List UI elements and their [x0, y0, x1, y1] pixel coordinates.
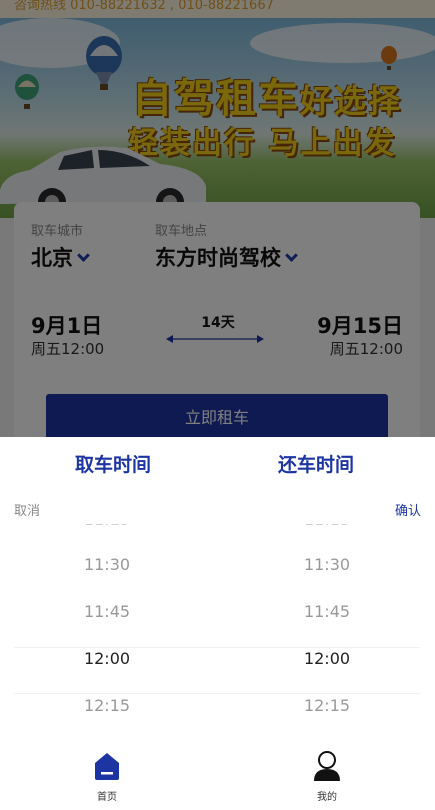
time-option-selected[interactable]: 12:00 [257, 647, 397, 671]
nav-item-mine[interactable]: 我的 [297, 750, 357, 803]
time-option[interactable]: 11:15 [37, 524, 177, 532]
time-option[interactable]: 11:30 [37, 553, 177, 577]
tab-pickup-time[interactable]: 取车时间 [75, 450, 151, 477]
nav-label-mine: 我的 [317, 792, 337, 803]
cancel-button[interactable]: 取消 [14, 500, 40, 519]
time-option[interactable]: 11:45 [257, 600, 397, 624]
confirm-button[interactable]: 确认 [395, 500, 421, 519]
time-option[interactable]: 12:15 [257, 694, 397, 718]
nav-label-home: 首页 [97, 792, 117, 803]
time-option[interactable]: 11:30 [257, 553, 397, 577]
time-option-selected[interactable]: 12:00 [37, 647, 177, 671]
time-option[interactable]: 12:15 [37, 694, 177, 718]
return-time-column[interactable]: 11:15 11:30 11:45 12:00 12:15 [257, 524, 397, 734]
nav-item-home[interactable]: 首页 [77, 750, 137, 803]
tab-return-time[interactable]: 还车时间 [278, 450, 354, 477]
pickup-time-column[interactable]: 11:15 11:30 11:45 12:00 12:15 [37, 524, 177, 734]
user-icon [314, 751, 340, 781]
time-option[interactable]: 11:15 [257, 524, 397, 532]
home-icon [95, 753, 119, 780]
time-option[interactable]: 11:45 [37, 600, 177, 624]
bottom-nav: 首页 我的 [0, 740, 435, 810]
